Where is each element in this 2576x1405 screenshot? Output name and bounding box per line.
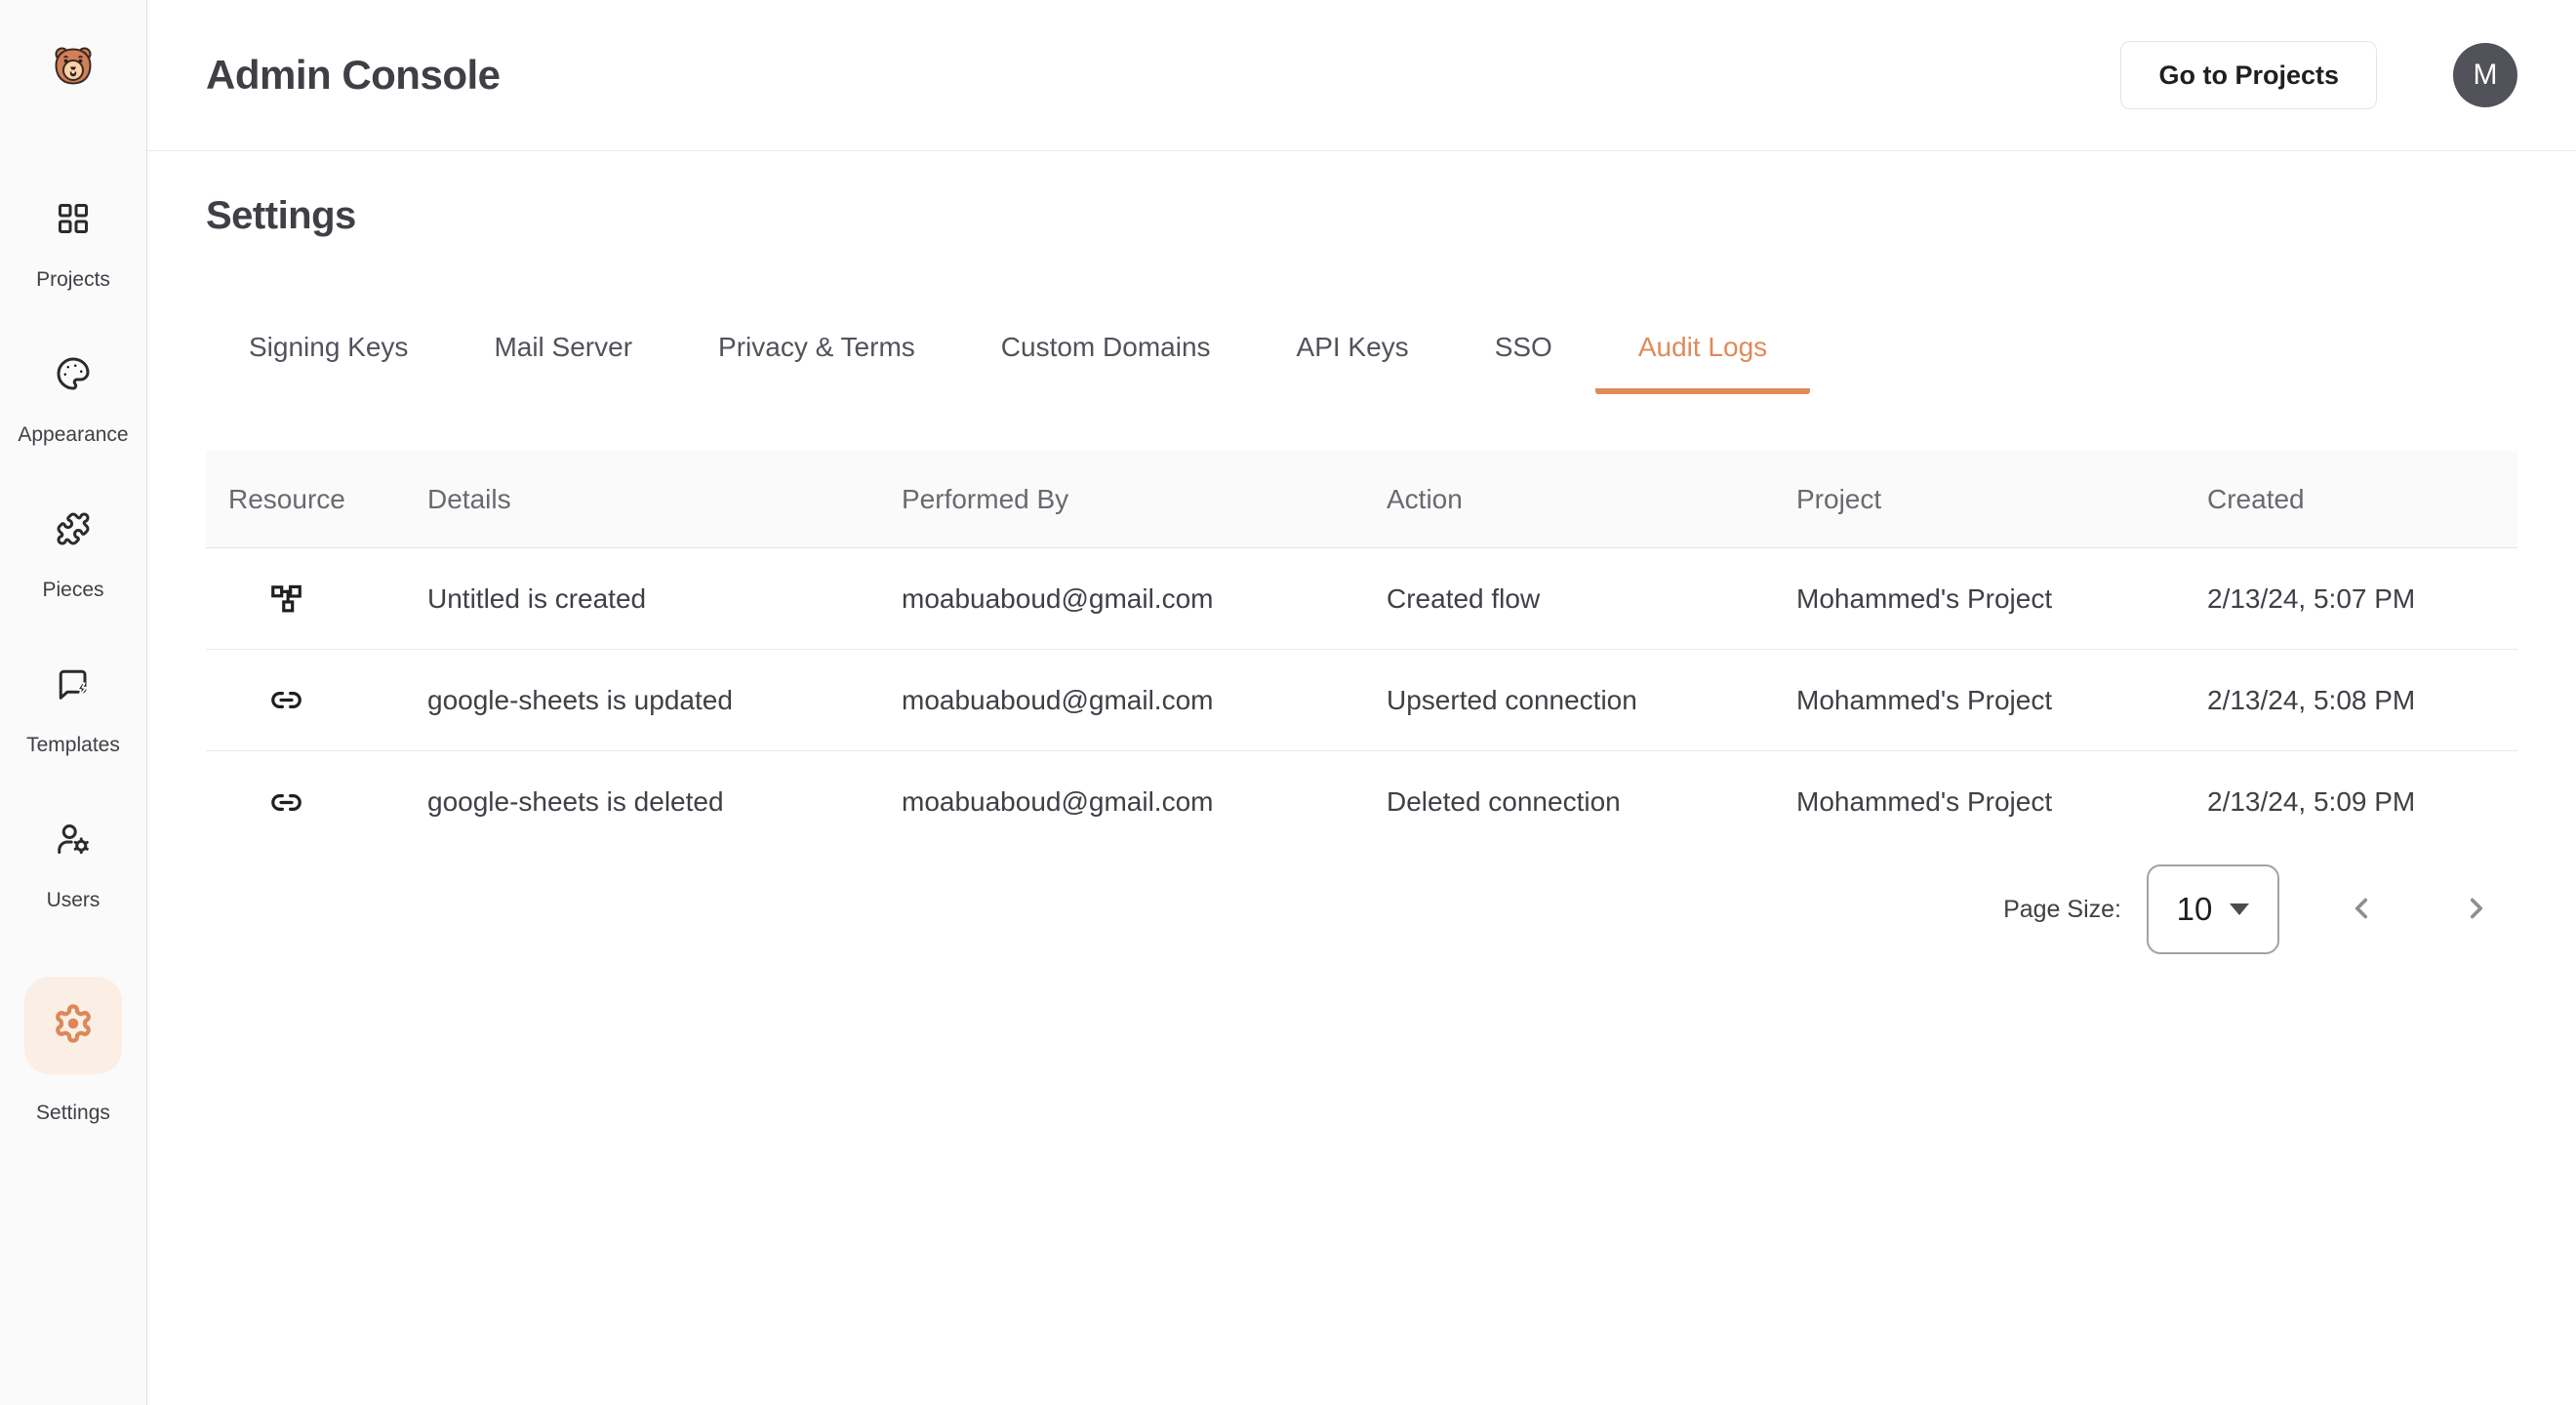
link-icon	[206, 786, 427, 819]
palette-icon	[56, 356, 91, 396]
go-to-projects-button[interactable]: Go to Projects	[2120, 41, 2377, 109]
column-header-created: Created	[2207, 484, 2517, 515]
cell-action: Deleted connection	[1387, 786, 1796, 818]
settings-active-highlight	[24, 977, 122, 1074]
column-header-action: Action	[1387, 484, 1796, 515]
cell-project: Mohammed's Project	[1796, 786, 2207, 818]
cell-action: Upserted connection	[1387, 685, 1796, 716]
table-header-row: Resource Details Performed By Action Pro…	[206, 451, 2517, 548]
grid-icon	[56, 201, 91, 241]
cell-project: Mohammed's Project	[1796, 583, 2207, 615]
settings-heading: Settings	[206, 194, 2517, 238]
cell-details: google-sheets is updated	[427, 685, 902, 716]
sidebar-item-label: Appearance	[18, 423, 128, 447]
puzzle-icon	[56, 511, 91, 551]
gear-icon	[53, 1003, 94, 1049]
cell-performed-by: moabuaboud@gmail.com	[902, 786, 1387, 818]
table-row: Untitled is created moabuaboud@gmail.com…	[206, 548, 2517, 650]
table-row: google-sheets is deleted moabuaboud@gmai…	[206, 751, 2517, 853]
table-row: google-sheets is updated moabuaboud@gmai…	[206, 650, 2517, 751]
column-header-performed-by: Performed By	[902, 484, 1387, 515]
header-actions: Go to Projects M	[2120, 41, 2517, 109]
settings-tabs: Signing Keys Mail Server Privacy & Terms…	[206, 332, 2517, 394]
chevron-down-icon	[2230, 903, 2249, 915]
audit-logs-table: Resource Details Performed By Action Pro…	[206, 451, 2517, 853]
tab-audit-logs[interactable]: Audit Logs	[1595, 332, 1810, 394]
cell-project: Mohammed's Project	[1796, 685, 2207, 716]
page-size-label: Page Size:	[2003, 896, 2121, 924]
sidebar-item-projects[interactable]: Projects	[36, 201, 110, 292]
next-page-button[interactable]	[2435, 868, 2517, 950]
sidebar-item-pieces[interactable]: Pieces	[42, 511, 103, 602]
cell-details: google-sheets is deleted	[427, 786, 902, 818]
sidebar-item-label: Settings	[36, 1102, 110, 1125]
sidebar-item-settings[interactable]: Settings	[24, 977, 122, 1125]
tab-privacy-terms[interactable]: Privacy & Terms	[675, 332, 958, 394]
cell-created: 2/13/24, 5:09 PM	[2207, 786, 2517, 818]
workflow-icon	[206, 582, 427, 615]
tab-custom-domains[interactable]: Custom Domains	[958, 332, 1254, 394]
pagination: Page Size: 10	[206, 864, 2517, 954]
top-header: Admin Console Go to Projects M	[147, 0, 2576, 151]
page-size-value: 10	[2177, 891, 2213, 928]
cell-action: Created flow	[1387, 583, 1796, 615]
tab-api-keys[interactable]: API Keys	[1254, 332, 1452, 394]
template-bolt-icon	[56, 666, 91, 706]
link-icon	[206, 684, 427, 716]
sidebar: Projects Appearance Pieces Templates	[0, 0, 147, 1405]
sidebar-item-appearance[interactable]: Appearance	[18, 356, 128, 447]
column-header-resource: Resource	[206, 484, 427, 515]
previous-page-button[interactable]	[2320, 868, 2402, 950]
sidebar-nav: Projects Appearance Pieces Templates	[18, 201, 128, 1125]
settings-content: Settings Signing Keys Mail Server Privac…	[147, 151, 2576, 1405]
tab-sso[interactable]: SSO	[1452, 332, 1595, 394]
sidebar-item-users[interactable]: Users	[47, 822, 101, 912]
sidebar-item-label: Pieces	[42, 579, 103, 602]
page-size-select[interactable]: 10	[2147, 864, 2279, 954]
cell-created: 2/13/24, 5:07 PM	[2207, 583, 2517, 615]
table-body: Untitled is created moabuaboud@gmail.com…	[206, 548, 2517, 853]
chevron-right-icon	[2460, 892, 2493, 928]
cell-performed-by: moabuaboud@gmail.com	[902, 583, 1387, 615]
user-gear-icon	[56, 822, 91, 862]
user-avatar[interactable]: M	[2453, 43, 2517, 107]
activepieces-bear-logo-icon	[50, 43, 97, 90]
admin-console-app: Projects Appearance Pieces Templates	[0, 0, 2576, 1405]
sidebar-item-label: Projects	[36, 268, 110, 292]
column-header-details: Details	[427, 484, 902, 515]
tab-mail-server[interactable]: Mail Server	[451, 332, 675, 394]
page-title: Admin Console	[206, 52, 2120, 99]
main-area: Admin Console Go to Projects M Settings …	[147, 0, 2576, 1405]
tab-signing-keys[interactable]: Signing Keys	[206, 332, 451, 394]
sidebar-item-label: Templates	[26, 734, 120, 757]
cell-performed-by: moabuaboud@gmail.com	[902, 685, 1387, 716]
cell-created: 2/13/24, 5:08 PM	[2207, 685, 2517, 716]
cell-details: Untitled is created	[427, 583, 902, 615]
column-header-project: Project	[1796, 484, 2207, 515]
sidebar-item-templates[interactable]: Templates	[26, 666, 120, 757]
chevron-left-icon	[2345, 892, 2378, 928]
sidebar-item-label: Users	[47, 889, 101, 912]
